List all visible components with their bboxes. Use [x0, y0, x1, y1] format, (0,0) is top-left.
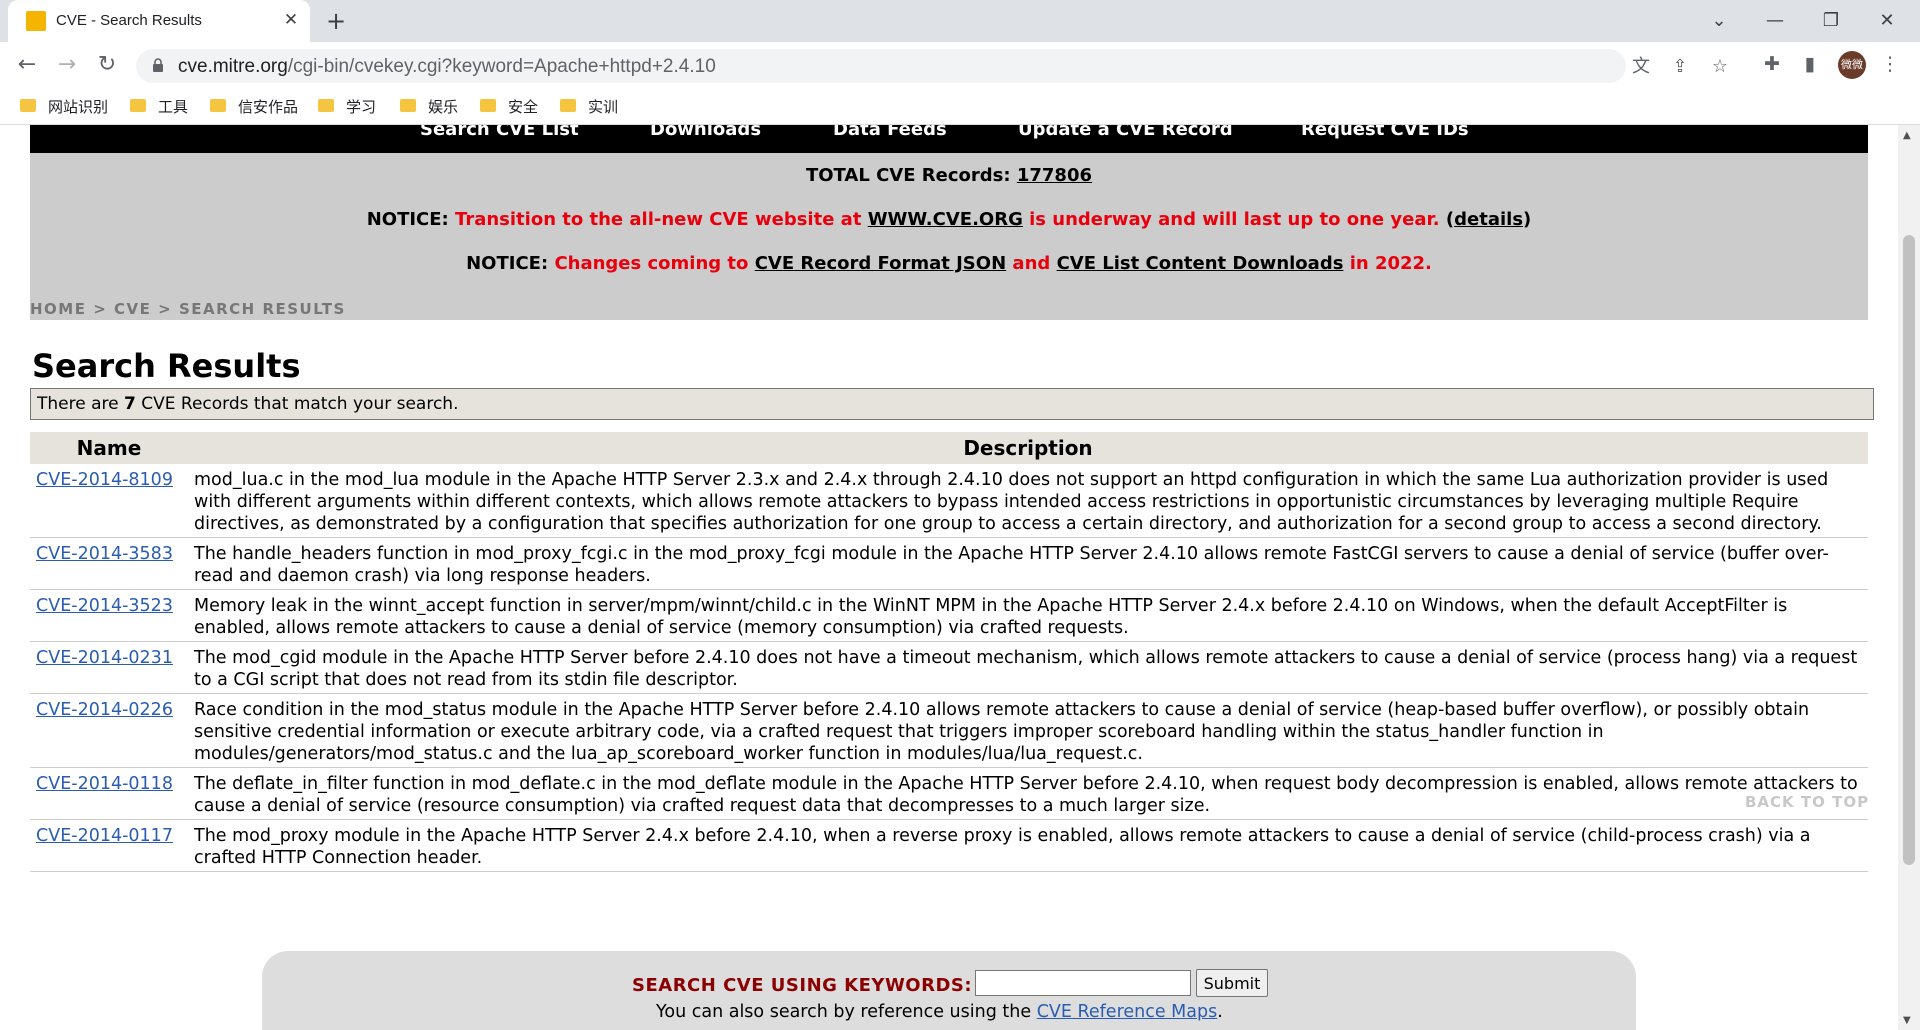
cve-org-link[interactable]: WWW.CVE.ORG	[868, 209, 1023, 230]
forward-arrow-icon[interactable]: →	[52, 50, 82, 80]
table-row: CVE-2014-3523 Memory leak in the winnt_a…	[30, 589, 1868, 642]
folder-icon	[318, 99, 334, 112]
tab-strip: CVE - Search Results ✕ + ⌄ — ❐ ✕	[0, 0, 1920, 42]
address-bar[interactable]: cve.mitre.org/cgi-bin/cvekey.cgi?keyword…	[136, 49, 1728, 83]
keyword-search-panel: SEARCH CVE USING KEYWORDS: Submit You ca…	[262, 951, 1636, 1030]
translate-icon[interactable]: 文	[1629, 55, 1653, 79]
bookmark-folder-0[interactable]: 网站识别	[20, 96, 108, 116]
column-header-name: Name	[30, 432, 188, 464]
cve-id-link[interactable]: CVE-2014-0231	[36, 648, 173, 668]
nav-downloads[interactable]: Downloads	[650, 125, 761, 139]
folder-icon	[560, 99, 576, 112]
notice-changes: NOTICE: Changes coming to CVE Record For…	[466, 253, 1432, 274]
cve-id-link[interactable]: CVE-2014-8109	[36, 470, 173, 490]
active-tab[interactable]: CVE - Search Results ✕	[8, 0, 310, 42]
results-table: Name Description CVE-2014-8109 mod_lua.c…	[30, 432, 1868, 872]
bookmark-folder-5[interactable]: 安全	[480, 96, 538, 116]
tab-search-button[interactable]: ⌄	[1696, 6, 1742, 36]
back-arrow-icon[interactable]: ←	[12, 50, 42, 80]
bookmark-star-icon[interactable]: ☆	[1708, 55, 1732, 79]
cve-description: The handle_headers function in mod_proxy…	[188, 537, 1868, 590]
browser-toolbar: ← → ↻ cve.mitre.org/cgi-bin/cvekey.cgi?k…	[0, 42, 1920, 88]
table-row: CVE-2014-0231 The mod_cgid module in the…	[30, 641, 1868, 694]
side-panel-icon[interactable]: ▮	[1796, 50, 1824, 78]
table-header-row: Name Description	[30, 432, 1868, 464]
cve-id-link[interactable]: CVE-2014-3523	[36, 596, 173, 616]
minimize-button[interactable]: —	[1752, 6, 1798, 36]
cve-description: mod_lua.c in the mod_lua module in the A…	[188, 464, 1868, 538]
cve-description: The deflate_in_filter function in mod_de…	[188, 767, 1868, 820]
total-records-link[interactable]: 177806	[1017, 165, 1092, 186]
table-row: CVE-2014-8109 mod_lua.c in the mod_lua m…	[30, 464, 1868, 538]
back-to-top-link[interactable]: BACK TO TOP	[1745, 793, 1869, 811]
cve-id-link[interactable]: CVE-2014-0118	[36, 774, 173, 794]
scroll-down-arrow-icon[interactable]: ▼	[1903, 1015, 1911, 1026]
column-header-description: Description	[188, 432, 1868, 464]
bookmark-folder-2[interactable]: 信安作品	[210, 96, 298, 116]
total-records: TOTAL CVE Records: 177806	[805, 165, 1093, 186]
url-text[interactable]: cve.mitre.org/cgi-bin/cvekey.cgi?keyword…	[178, 56, 716, 78]
bookmark-folder-3[interactable]: 学习	[318, 96, 376, 116]
new-tab-button[interactable]: +	[322, 8, 350, 36]
top-navigation: Search CVE List Downloads Data Feeds Upd…	[30, 125, 1868, 153]
content-downloads-link[interactable]: CVE List Content Downloads	[1057, 253, 1344, 274]
table-row: CVE-2014-0226 Race condition in the mod_…	[30, 693, 1868, 768]
nav-request-cve-ids[interactable]: Request CVE IDs	[1301, 125, 1469, 139]
search-label: SEARCH CVE USING KEYWORDS:	[632, 975, 973, 996]
bookmark-folder-4[interactable]: 娱乐	[400, 96, 458, 116]
reference-maps-hint: You can also search by reference using t…	[656, 1002, 1223, 1022]
bookmark-folder-1[interactable]: 工具	[130, 96, 188, 116]
cve-id-link[interactable]: CVE-2014-3583	[36, 544, 173, 564]
vertical-scrollbar[interactable]: ▲ ▼	[1898, 125, 1920, 1030]
cve-description: Race condition in the mod_status module …	[188, 693, 1868, 768]
submit-button[interactable]: Submit	[1196, 969, 1268, 997]
close-window-button[interactable]: ✕	[1864, 6, 1910, 36]
details-link[interactable]: details	[1454, 209, 1523, 230]
lock-icon	[153, 58, 163, 72]
cve-id-link[interactable]: CVE-2014-0117	[36, 826, 173, 846]
table-row: CVE-2014-3583 The handle_headers functio…	[30, 537, 1868, 590]
cve-description: Memory leak in the winnt_accept function…	[188, 589, 1868, 642]
cve-description: The mod_cgid module in the Apache HTTP S…	[188, 641, 1868, 694]
notice-transition: NOTICE: Transition to the all-new CVE we…	[366, 209, 1532, 230]
table-row: CVE-2014-0118 The deflate_in_filter func…	[30, 767, 1868, 820]
keyword-search-input[interactable]	[975, 970, 1191, 996]
nav-data-feeds[interactable]: Data Feeds	[833, 125, 947, 139]
table-row: CVE-2014-0117 The mod_proxy module in th…	[30, 819, 1868, 872]
scroll-up-arrow-icon[interactable]: ▲	[1903, 130, 1911, 141]
nav-update-cve-record[interactable]: Update a CVE Record	[1018, 125, 1233, 139]
tab-close-icon[interactable]: ✕	[280, 9, 302, 31]
breadcrumb: HOME > CVE > SEARCH RESULTS	[30, 300, 346, 318]
folder-icon	[20, 99, 36, 112]
scrollbar-thumb[interactable]	[1903, 235, 1915, 865]
breadcrumb-current: SEARCH RESULTS	[178, 300, 346, 318]
page-viewport: Search CVE List Downloads Data Feeds Upd…	[0, 125, 1898, 1030]
profile-avatar[interactable]: 微微	[1838, 51, 1866, 79]
page-title: Search Results	[32, 347, 301, 385]
folder-icon	[400, 99, 416, 112]
nav-search-cve-list[interactable]: Search CVE List	[420, 125, 579, 139]
favicon-icon	[26, 11, 46, 31]
cve-id-link[interactable]: CVE-2014-0226	[36, 700, 173, 720]
breadcrumb-cve[interactable]: CVE	[114, 300, 151, 318]
share-icon[interactable]: ⇪	[1668, 55, 1692, 79]
tab-title: CVE - Search Results	[56, 12, 202, 29]
restore-button[interactable]: ❐	[1808, 6, 1854, 36]
folder-icon	[130, 99, 146, 112]
match-count: 7	[124, 394, 136, 414]
bookmark-folder-6[interactable]: 实训	[560, 96, 618, 116]
notice-panel: TOTAL CVE Records: 177806 NOTICE: Transi…	[30, 153, 1868, 320]
reference-maps-link[interactable]: CVE Reference Maps	[1037, 1002, 1218, 1022]
bookmarks-bar: 网站识别 工具 信安作品 学习 娱乐 安全 实训	[0, 88, 1920, 125]
reload-icon[interactable]: ↻	[92, 50, 122, 80]
folder-icon	[480, 99, 496, 112]
folder-icon	[210, 99, 226, 112]
cve-description: The mod_proxy module in the Apache HTTP …	[188, 819, 1868, 872]
match-summary: There are 7 CVE Records that match your …	[30, 388, 1874, 420]
breadcrumb-home[interactable]: HOME	[30, 300, 86, 318]
menu-kebab-icon[interactable]: ⋮	[1876, 50, 1904, 78]
record-format-json-link[interactable]: CVE Record Format JSON	[755, 253, 1006, 274]
extensions-puzzle-icon[interactable]: ✚	[1758, 50, 1786, 78]
